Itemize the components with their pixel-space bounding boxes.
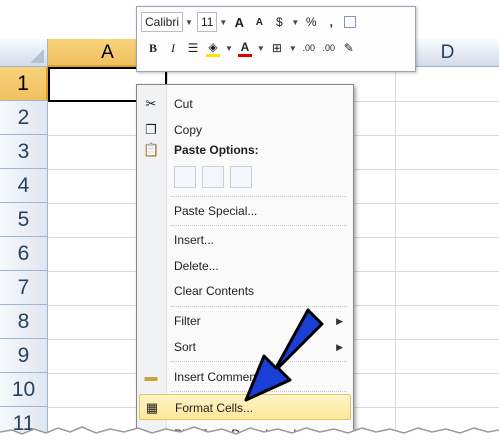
font-color-dropdown-icon[interactable]: ▼ — [257, 44, 265, 53]
row-header-3[interactable]: 3 — [0, 135, 48, 169]
menu-item-label: Paste Options: — [174, 143, 259, 157]
pointer-arrow-icon — [244, 308, 324, 402]
increase-decimal-button[interactable]: .00 — [302, 43, 316, 53]
currency-button[interactable]: $ — [272, 15, 286, 29]
paste-options-heading: 📋 Paste Options: — [137, 137, 353, 163]
menu-item-cut[interactable]: ✂ Cut — [137, 91, 353, 117]
menu-item-label: Filter — [174, 314, 201, 328]
paste-picture-button[interactable] — [230, 166, 252, 188]
menu-item-label: Insert... — [174, 233, 215, 247]
menu-separator — [171, 196, 347, 197]
comment-icon: ▬ — [144, 369, 158, 384]
paste-button[interactable] — [174, 166, 196, 188]
row-header-10[interactable]: 10 — [0, 373, 48, 407]
row-header-7[interactable]: 7 — [0, 271, 48, 305]
row-header-8[interactable]: 8 — [0, 305, 48, 339]
format-painter-icon[interactable]: ✎ — [342, 41, 356, 55]
menu-item-delete[interactable]: Delete... — [137, 253, 353, 279]
submenu-arrow-icon: ▶ — [336, 316, 343, 326]
select-all-corner[interactable] — [0, 39, 48, 67]
scissors-icon: ✂ — [145, 96, 157, 111]
paste-formulas-button[interactable] — [202, 166, 224, 188]
font-name-box[interactable]: Calibri — [141, 12, 184, 32]
borders-icon[interactable]: ⊞ — [270, 41, 284, 55]
row-header-2[interactable]: 2 — [0, 101, 48, 135]
row-header-4[interactable]: 4 — [0, 169, 48, 203]
font-color-button[interactable]: A — [237, 40, 252, 57]
select-all-triangle-icon — [30, 49, 44, 63]
clipboard-icon: 📋 — [143, 142, 160, 157]
row-header-9[interactable]: 9 — [0, 339, 48, 373]
menu-item-label: Paste Special... — [174, 204, 258, 218]
mini-toolbar-row-1: Calibri ▼ 11 ▼ A A $ ▼ % , — [141, 11, 359, 33]
grow-font-button[interactable]: A — [232, 15, 246, 30]
submenu-arrow-icon: ▶ — [336, 342, 343, 352]
menu-item-label: Delete... — [174, 259, 219, 273]
row-header-1[interactable]: 1 — [0, 67, 48, 101]
font-size-dropdown-icon[interactable]: ▼ — [219, 18, 227, 27]
mini-toolbar: Calibri ▼ 11 ▼ A A $ ▼ % , B I ☰ ◈ ▼ A ▼… — [136, 6, 416, 72]
borders-dropdown-icon[interactable]: ▼ — [289, 44, 297, 53]
menu-item-insert[interactable]: Insert... — [137, 227, 353, 253]
comma-style-button[interactable]: , — [324, 15, 338, 29]
row-header-5[interactable]: 5 — [0, 203, 48, 237]
percent-button[interactable]: % — [304, 15, 318, 29]
menu-item-label: Clear Contents — [174, 284, 255, 298]
menu-item-label: Sort — [174, 340, 197, 354]
fill-color-dropdown-icon[interactable]: ▼ — [225, 44, 233, 53]
menu-item-clear-contents[interactable]: Clear Contents — [137, 278, 353, 304]
format-painter-grid-icon[interactable] — [344, 16, 357, 28]
torn-edge-decoration — [0, 426, 499, 441]
copy-icon: ❐ — [145, 122, 157, 137]
menu-item-paste-special[interactable]: Paste Special... — [137, 198, 353, 224]
shrink-font-button[interactable]: A — [252, 17, 266, 28]
italic-button[interactable]: I — [166, 41, 180, 56]
bold-button[interactable]: B — [146, 41, 160, 56]
font-name-dropdown-icon[interactable]: ▼ — [185, 18, 193, 27]
menu-separator — [171, 225, 347, 226]
spreadsheet: A D 1 2 3 4 5 6 7 8 9 10 11 Calibri ▼ 11… — [0, 0, 499, 441]
row-header-6[interactable]: 6 — [0, 237, 48, 271]
font-size-box[interactable]: 11 — [196, 12, 218, 32]
menu-separator — [171, 306, 347, 307]
decrease-decimal-button[interactable]: .00 — [322, 43, 336, 53]
fill-color-icon[interactable]: ◈ — [206, 40, 220, 57]
menu-item-label: Cut — [174, 97, 193, 111]
currency-dropdown-icon[interactable]: ▼ — [291, 18, 299, 27]
gridline — [395, 67, 396, 441]
format-cells-icon: ▦ — [145, 400, 159, 415]
mini-toolbar-row-2: B I ☰ ◈ ▼ A ▼ ⊞ ▼ .00 .00 ✎ — [143, 37, 359, 59]
align-center-icon[interactable]: ☰ — [186, 41, 200, 55]
